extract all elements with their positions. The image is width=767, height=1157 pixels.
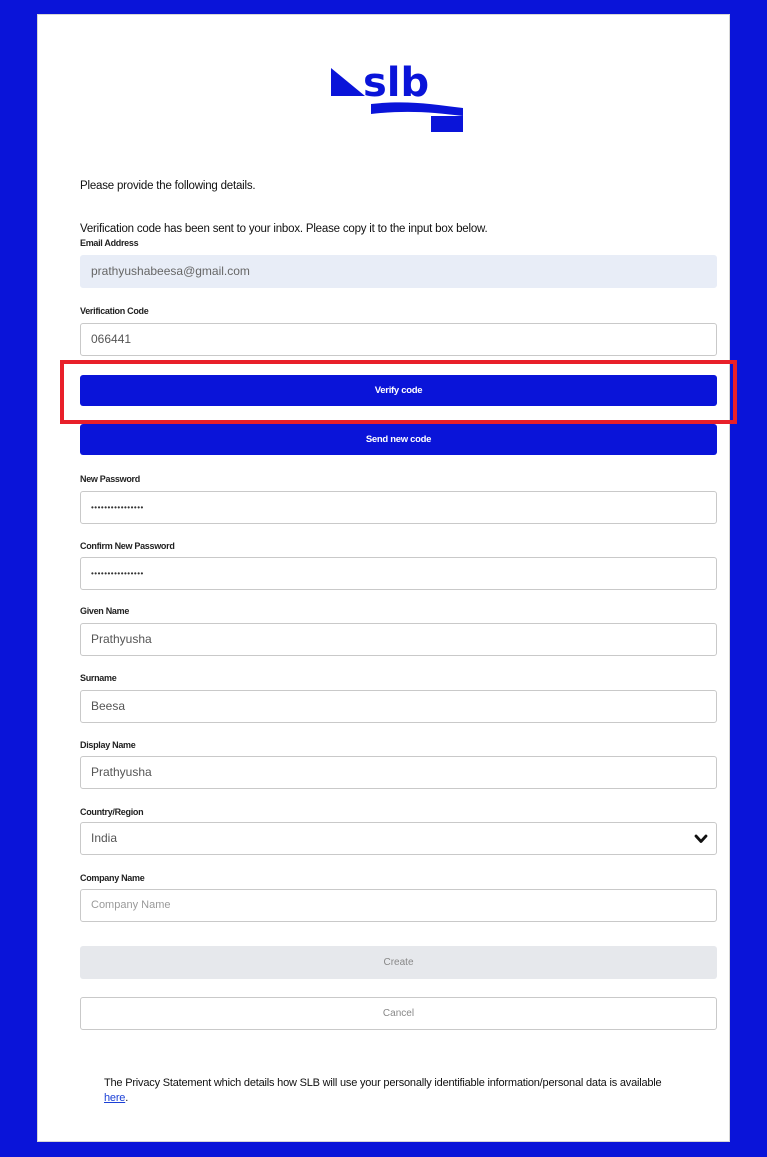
display-name-input[interactable]: Prathyusha	[80, 756, 717, 789]
display-name-label: Display Name	[80, 740, 136, 750]
country-select[interactable]: India	[80, 822, 717, 855]
svg-text:slb: slb	[363, 60, 429, 106]
email-field[interactable]: prathyushabeesa@gmail.com	[80, 255, 717, 288]
new-password-input[interactable]: ••••••••••••••••	[80, 491, 717, 524]
company-name-input[interactable]: Company Name	[80, 889, 717, 922]
confirm-password-label: Confirm New Password	[80, 541, 175, 551]
send-new-code-button[interactable]: Send new code	[80, 424, 717, 455]
privacy-link[interactable]: here	[104, 1092, 125, 1104]
highlight-box	[60, 360, 737, 424]
surname-input[interactable]: Beesa	[80, 690, 717, 723]
verification-notice: Verification code has been sent to your …	[80, 223, 488, 235]
cancel-button[interactable]: Cancel	[80, 997, 717, 1030]
chevron-down-icon	[694, 834, 708, 843]
country-label: Country/Region	[80, 807, 144, 817]
country-selected-value: India	[91, 831, 118, 845]
new-password-label: New Password	[80, 474, 140, 484]
create-button[interactable]: Create	[80, 946, 717, 979]
slb-logo: slb	[331, 60, 463, 132]
given-name-label: Given Name	[80, 606, 130, 616]
privacy-suffix: .	[125, 1092, 129, 1104]
company-name-label: Company Name	[80, 873, 145, 883]
privacy-text: The Privacy Statement which details how …	[104, 1077, 662, 1089]
privacy-statement: The Privacy Statement which details how …	[104, 1076, 664, 1106]
instructions-text: Please provide the following details.	[80, 180, 256, 192]
surname-label: Surname	[80, 673, 117, 683]
email-label: Email Address	[80, 238, 139, 248]
confirm-password-input[interactable]: ••••••••••••••••	[80, 557, 717, 590]
verification-code-input[interactable]: 066441	[80, 323, 717, 356]
given-name-input[interactable]: Prathyusha	[80, 623, 717, 656]
verification-code-label: Verification Code	[80, 306, 149, 316]
